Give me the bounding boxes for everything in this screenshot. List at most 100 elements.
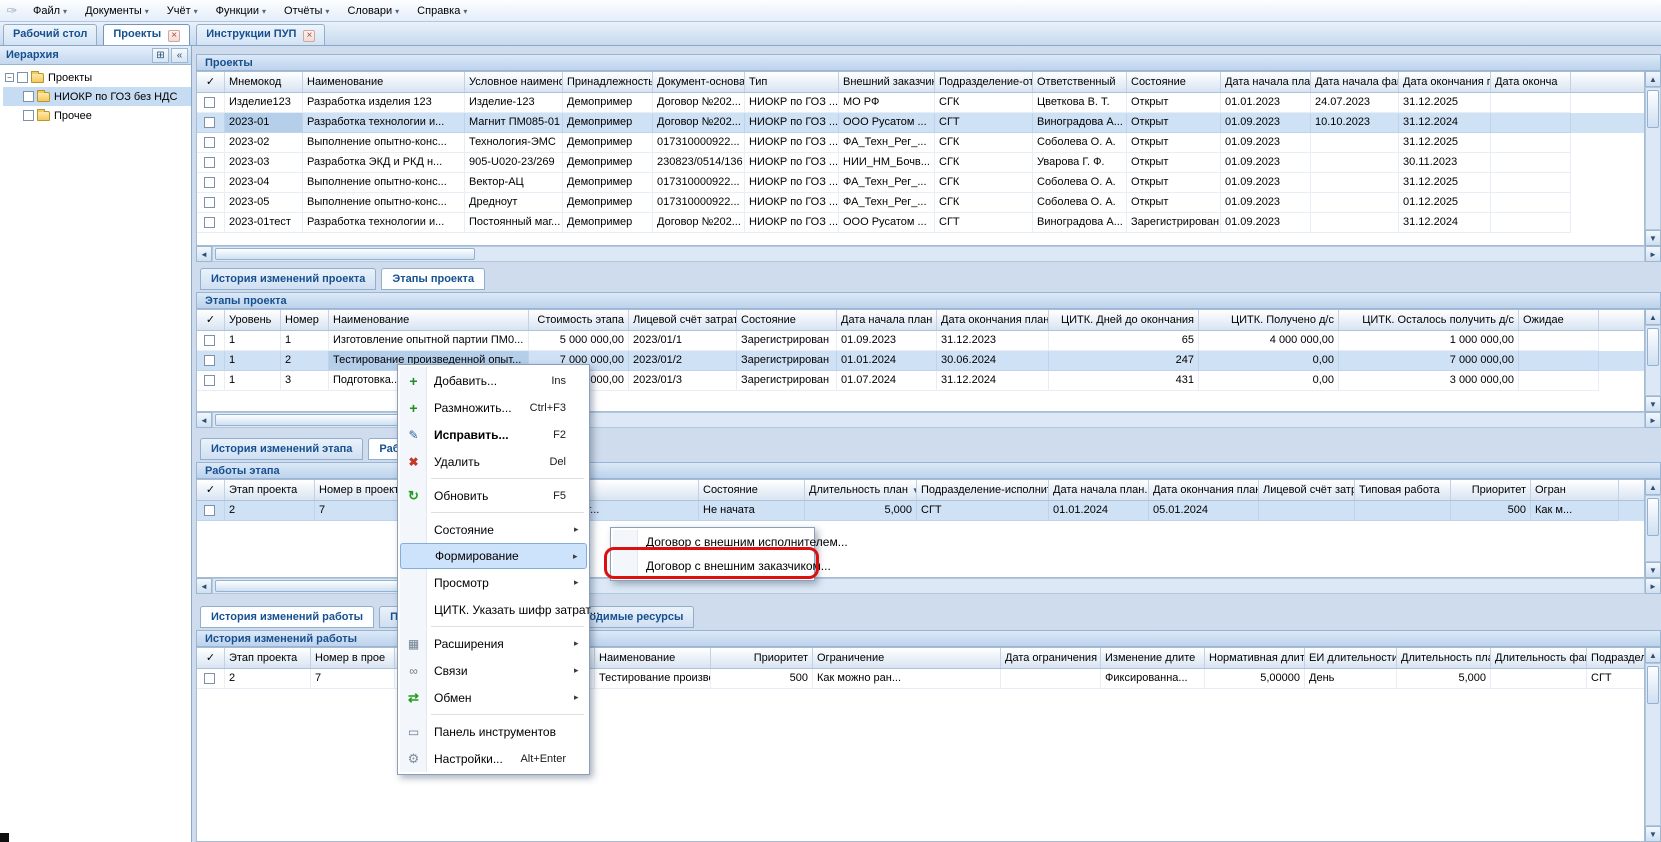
column-header[interactable]: Наименование (329, 310, 529, 330)
scroll-track[interactable] (212, 246, 1645, 262)
context-menu-item-9[interactable]: Просмотр▸ (400, 569, 587, 596)
row-checkbox[interactable] (204, 355, 215, 366)
column-header[interactable]: Наименование (595, 648, 711, 668)
column-header[interactable]: Мнемокод (225, 72, 303, 92)
table-row[interactable]: 2023-02Выполнение опытно-конс...Технолог… (197, 133, 1644, 153)
column-header[interactable]: Дата начала план. (1049, 480, 1149, 500)
table-row[interactable]: Изделие123Разработка изделия 123Изделие-… (197, 93, 1644, 113)
column-header[interactable]: Длительность пла (1397, 648, 1491, 668)
scroll-down-arrow-icon[interactable]: ▼ (1645, 826, 1661, 842)
scroll-down-arrow-icon[interactable]: ▼ (1645, 230, 1661, 246)
close-tab-icon[interactable]: × (168, 30, 180, 42)
column-header[interactable]: ✓ (197, 72, 225, 92)
column-header[interactable]: Огран (1531, 480, 1619, 500)
scroll-thumb[interactable] (215, 248, 475, 260)
column-header[interactable]: Внешний заказчик (839, 72, 935, 92)
column-header[interactable]: Подразделение-от (935, 72, 1033, 92)
scroll-track[interactable] (1645, 325, 1661, 396)
history-vertical-scrollbar[interactable]: ▲ ▼ (1645, 647, 1661, 842)
tab-projects[interactable]: Проекты× (103, 24, 190, 45)
row-checkbox[interactable] (204, 673, 215, 684)
column-header[interactable]: Номер в проекте (315, 480, 407, 500)
column-header[interactable]: Ответственный (1033, 72, 1127, 92)
column-header[interactable]: ✓ (197, 310, 225, 330)
row-checkbox[interactable] (204, 177, 215, 188)
scroll-thumb[interactable] (1647, 498, 1659, 536)
column-header[interactable]: Дата начала план. (1221, 72, 1311, 92)
column-header[interactable]: Дата начала план (837, 310, 937, 330)
scroll-left-arrow-icon[interactable]: ◄ (196, 412, 212, 428)
table-row[interactable]: 2023-04Выполнение опытно-конс...Вектор-А… (197, 173, 1644, 193)
scroll-track[interactable] (1645, 495, 1661, 562)
scroll-up-arrow-icon[interactable]: ▲ (1645, 71, 1661, 87)
column-header[interactable]: Этап проекта (225, 648, 311, 668)
tree-node-other[interactable]: Прочее (3, 106, 191, 125)
context-menu-item-1[interactable]: +Размножить...Ctrl+F3 (400, 394, 587, 421)
column-header[interactable]: Принадлежность (563, 72, 653, 92)
submenu-item-0[interactable]: Договор с внешним исполнителем... (613, 530, 812, 554)
row-checkbox[interactable] (204, 117, 215, 128)
tree-expander-icon[interactable]: − (5, 73, 14, 82)
context-menu-item-5[interactable]: ↻ОбновитьF5 (400, 482, 587, 509)
column-header[interactable]: Подразделение (1587, 648, 1645, 668)
row-checkbox[interactable] (204, 157, 215, 168)
row-checkbox[interactable] (204, 197, 215, 208)
hierarchy-tool-icon[interactable]: ⊞ (152, 48, 169, 63)
context-menu-item-0[interactable]: +Добавить...Ins (400, 367, 587, 394)
column-header[interactable]: Дата ограничения (1001, 648, 1101, 668)
scroll-left-arrow-icon[interactable]: ◄ (196, 246, 212, 262)
row-checkbox[interactable] (204, 375, 215, 386)
menubar-item-4[interactable]: Отчёты▾ (275, 2, 338, 20)
column-header[interactable]: Нормативная длит (1205, 648, 1305, 668)
row-checkbox[interactable] (204, 97, 215, 108)
table-row[interactable]: 2023-01Разработка технологии и...Магнит … (197, 113, 1644, 133)
tree-node-projects[interactable]: − Проекты (3, 68, 191, 87)
tab-stage-history[interactable]: История изменений этапа (200, 438, 363, 460)
tree-checkbox[interactable] (17, 72, 28, 83)
column-header[interactable]: Приоритет (1451, 480, 1531, 500)
context-menu-item-12[interactable]: ▦Расширения▸ (400, 630, 587, 657)
column-header[interactable]: Состояние (737, 310, 837, 330)
context-menu-item-17[interactable]: ⚙Настройки...Alt+Enter (400, 745, 587, 772)
column-header[interactable]: Ожидае (1519, 310, 1599, 330)
menubar-item-1[interactable]: Документы▾ (76, 2, 158, 20)
scroll-right-arrow-icon[interactable]: ► (1645, 412, 1661, 428)
column-header[interactable]: ЕИ длительности (1305, 648, 1397, 668)
context-menu-item-7[interactable]: Состояние▸ (400, 516, 587, 543)
menubar-item-0[interactable]: Файл▾ (24, 2, 76, 20)
column-header[interactable]: Длительность фак (1491, 648, 1587, 668)
column-header[interactable]: Тип (745, 72, 839, 92)
column-header[interactable]: Дата начала факт. (1311, 72, 1399, 92)
stages-vertical-scrollbar[interactable]: ▲ ▼ (1645, 309, 1661, 412)
column-header[interactable]: ЦИТК. Дней до окончания (1049, 310, 1199, 330)
scroll-thumb[interactable] (1647, 90, 1659, 128)
context-menu-item-3[interactable]: ✖УдалитьDel (400, 448, 587, 475)
column-header[interactable]: Состояние (1127, 72, 1221, 92)
collapse-panel-icon[interactable]: « (171, 48, 188, 63)
scroll-up-arrow-icon[interactable]: ▲ (1645, 647, 1661, 663)
row-checkbox[interactable] (204, 137, 215, 148)
menubar-item-5[interactable]: Словари▾ (338, 2, 408, 20)
context-menu-item-8[interactable]: Формирование▸ (400, 543, 587, 569)
tab-project-history[interactable]: История изменений проекта (200, 268, 376, 290)
column-header[interactable]: Лицевой счёт затр (1259, 480, 1355, 500)
menubar-item-6[interactable]: Справка▾ (408, 2, 476, 20)
menubar-item-2[interactable]: Учёт▾ (158, 2, 207, 20)
scroll-track[interactable] (1645, 663, 1661, 826)
column-header[interactable]: Дата окончания план (937, 310, 1049, 330)
submenu-item-1[interactable]: Договор с внешним заказчиком... (613, 554, 812, 578)
scroll-track[interactable] (1645, 87, 1661, 230)
column-header[interactable]: Номер в прое (311, 648, 395, 668)
context-menu-item-13[interactable]: ∞Связи▸ (400, 657, 587, 684)
column-header[interactable]: Дата окончания план (1149, 480, 1259, 500)
column-header[interactable]: Состояние (699, 480, 805, 500)
projects-vertical-scrollbar[interactable]: ▲ ▼ (1645, 71, 1661, 246)
column-header[interactable]: Номер (281, 310, 329, 330)
column-header[interactable]: Ограничение (813, 648, 1001, 668)
scroll-thumb[interactable] (1647, 666, 1659, 704)
context-menu-item-14[interactable]: ⇄Обмен▸ (400, 684, 587, 711)
context-menu-item-2[interactable]: ✎Исправить...F2 (400, 421, 587, 448)
tab-desktop[interactable]: Рабочий стол (3, 24, 97, 45)
table-row[interactable]: 2023-03Разработка ЭКД и РКД н...905-U020… (197, 153, 1644, 173)
row-checkbox[interactable] (204, 335, 215, 346)
